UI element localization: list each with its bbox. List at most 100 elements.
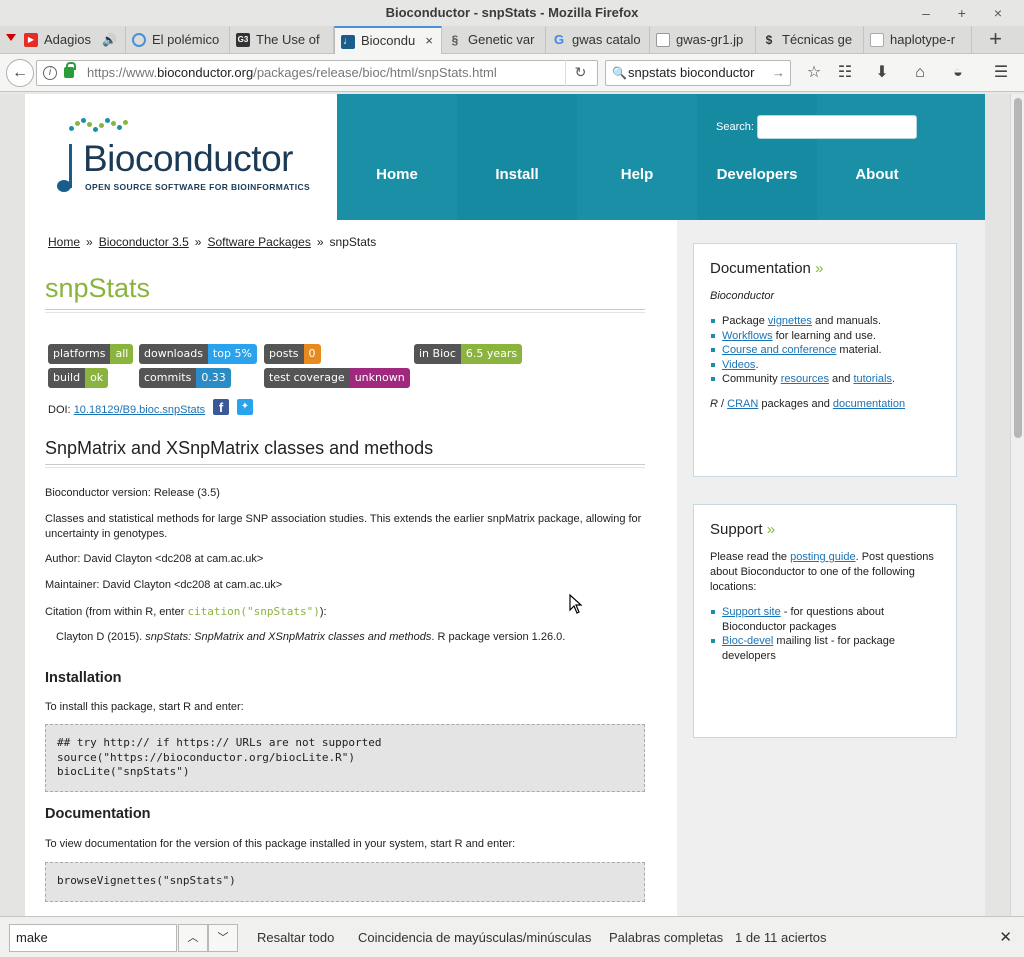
videos-link[interactable]: Videos bbox=[722, 359, 755, 371]
page-icon bbox=[870, 33, 884, 47]
window-titlebar: Bioconductor - snpStats - Mozilla Firefo… bbox=[0, 0, 1024, 26]
info-icon[interactable]: i bbox=[43, 66, 57, 80]
search-bar[interactable]: 🔍 snpstats bioconductor → bbox=[605, 60, 791, 86]
breadcrumb-software-packages[interactable]: Software Packages bbox=[207, 235, 310, 249]
tab-gwas-catalog[interactable]: G gwas catalo bbox=[546, 26, 650, 54]
new-tab-icon[interactable]: + bbox=[989, 26, 1002, 52]
nav-help[interactable]: Help bbox=[577, 94, 697, 220]
badge-in-bioc[interactable]: in Bioc 6.5 years bbox=[414, 344, 523, 364]
nav-developers[interactable]: Developers bbox=[697, 94, 817, 220]
tab-gwas-gr1[interactable]: gwas-gr1.jp bbox=[650, 26, 756, 54]
tab-the-use-of[interactable]: G3 The Use of bbox=[230, 26, 334, 54]
citation-instruction: Citation (from within R, enter citation(… bbox=[45, 605, 327, 618]
package-subtitle: SnpMatrix and XSnpMatrix classes and met… bbox=[45, 438, 434, 458]
badge-platforms[interactable]: platforms all bbox=[48, 344, 134, 364]
tab-haplotype[interactable]: haplotype-r bbox=[864, 26, 972, 54]
list-item: Course and conference material. bbox=[710, 343, 940, 358]
workflows-link[interactable]: Workflows bbox=[722, 330, 773, 342]
site-search-input[interactable] bbox=[757, 115, 917, 139]
badge-commits[interactable]: commits 0.33 bbox=[139, 368, 231, 388]
package-author: Author: David Clayton <dc208 at cam.ac.u… bbox=[45, 553, 264, 565]
nav-help-link[interactable]: Help bbox=[577, 166, 697, 183]
music-note-icon bbox=[57, 144, 72, 192]
doi-link[interactable]: 10.18129/B9.bioc.snpStats bbox=[74, 404, 205, 416]
tab-label: El polémico bbox=[152, 32, 220, 47]
tab-adagios[interactable]: ▶ Adagios 🔊 bbox=[18, 26, 126, 54]
match-case-toggle[interactable]: Coincidencia de mayúsculas/minúsculas bbox=[358, 930, 591, 945]
badge-posts[interactable]: posts 0 bbox=[264, 344, 321, 364]
menu-icon[interactable]: ☰ bbox=[990, 62, 1012, 84]
site-search-label: Search: bbox=[716, 121, 754, 133]
dna-icon: § bbox=[451, 33, 459, 47]
documentation-list: Package vignettes and manuals. Workflows… bbox=[710, 314, 940, 387]
course-link[interactable]: Course and conference bbox=[722, 344, 836, 356]
posting-guide-link[interactable]: posting guide bbox=[790, 551, 855, 563]
badge-build[interactable]: build ok bbox=[48, 368, 109, 388]
tab-tecnicas[interactable]: $ Técnicas ge bbox=[756, 26, 864, 54]
sidebar: Documentation » Bioconductor Package vig… bbox=[677, 220, 985, 916]
logo-dots-icon bbox=[69, 116, 129, 136]
tab-label: haplotype-r bbox=[890, 32, 956, 47]
reload-icon[interactable]: ↻ bbox=[565, 60, 595, 86]
find-next-button[interactable]: ﹀ bbox=[208, 924, 238, 952]
reading-list-icon[interactable]: ☷ bbox=[834, 62, 856, 84]
download-icon[interactable]: ⬇ bbox=[871, 62, 893, 84]
nav-about-link[interactable]: About bbox=[817, 166, 937, 183]
home-icon[interactable]: ⌂ bbox=[909, 62, 931, 84]
documentation-code[interactable]: browseVignettes("snpStats") bbox=[45, 862, 645, 902]
badge-downloads[interactable]: downloads top 5% bbox=[139, 344, 257, 364]
nav-developers-link[interactable]: Developers bbox=[697, 166, 817, 183]
mouse-cursor-icon bbox=[569, 593, 583, 614]
breadcrumb: Home» Bioconductor 3.5» Software Packages»… bbox=[48, 235, 377, 249]
nav-home[interactable]: Home bbox=[337, 94, 457, 220]
close-find-bar-icon[interactable]: ✕ bbox=[999, 928, 1012, 946]
documentation-link[interactable]: documentation bbox=[833, 398, 905, 410]
tab-list-arrow-icon[interactable] bbox=[6, 34, 16, 41]
url-bar[interactable]: i https://www.bioconductor.org/packages/… bbox=[36, 60, 598, 86]
find-previous-button[interactable]: ︿ bbox=[178, 924, 208, 952]
resources-link[interactable]: resources bbox=[781, 373, 829, 385]
breadcrumb-home[interactable]: Home bbox=[48, 235, 80, 249]
site-logo[interactable]: Bioconductor OPEN SOURCE SOFTWARE FOR BI… bbox=[25, 94, 337, 220]
lock-icon[interactable] bbox=[64, 62, 76, 78]
installation-heading: Installation bbox=[45, 670, 122, 686]
nav-about[interactable]: About bbox=[817, 94, 937, 220]
audio-icon[interactable]: 🔊 bbox=[102, 26, 117, 54]
badge-test-coverage[interactable]: test coverage unknown bbox=[264, 368, 410, 388]
tutorials-link[interactable]: tutorials bbox=[853, 373, 892, 385]
tab-el-polemico[interactable]: El polémico bbox=[126, 26, 230, 54]
window-controls[interactable]: – + × bbox=[922, 0, 1014, 26]
vignettes-link[interactable]: vignettes bbox=[768, 315, 812, 327]
whole-words-toggle[interactable]: Palabras completas bbox=[609, 930, 723, 945]
support-site-link[interactable]: Support site bbox=[722, 606, 781, 618]
page-viewport: Bioconductor OPEN SOURCE SOFTWARE FOR BI… bbox=[0, 94, 1024, 916]
twitter-icon[interactable]: ✦ bbox=[237, 399, 253, 415]
support-intro: Please read the posting guide. Post ques… bbox=[710, 551, 934, 593]
highlight-all-toggle[interactable]: Resaltar todo bbox=[257, 930, 334, 945]
close-tab-icon[interactable]: × bbox=[425, 28, 433, 54]
bioc-devel-link[interactable]: Bioc-devel bbox=[722, 635, 773, 647]
breadcrumb-bioc-version[interactable]: Bioconductor 3.5 bbox=[99, 235, 189, 249]
package-maintainer: Maintainer: David Clayton <dc208 at cam.… bbox=[45, 579, 283, 591]
nav-install-link[interactable]: Install bbox=[457, 166, 577, 183]
youtube-icon: ▶ bbox=[24, 33, 38, 47]
page-scrollbar[interactable] bbox=[1010, 94, 1024, 916]
tab-label: Técnicas ge bbox=[782, 32, 853, 47]
tab-bioconductor[interactable]: ♩ Biocondu × bbox=[334, 26, 442, 54]
support-card: Support » Please read the posting guide.… bbox=[693, 504, 957, 738]
nav-install[interactable]: Install bbox=[457, 94, 577, 220]
find-result-count: 1 de 11 aciertos bbox=[735, 930, 827, 945]
cran-link[interactable]: CRAN bbox=[727, 398, 758, 410]
search-go-icon[interactable]: → bbox=[772, 61, 785, 85]
nav-home-link[interactable]: Home bbox=[337, 166, 457, 183]
web-page: Bioconductor OPEN SOURCE SOFTWARE FOR BI… bbox=[25, 94, 985, 916]
facebook-icon[interactable]: f bbox=[213, 399, 229, 415]
find-input[interactable]: make bbox=[9, 924, 177, 952]
installation-code[interactable]: ## try http:// if https:// URLs are not … bbox=[45, 724, 645, 792]
pocket-icon[interactable]: ◒ bbox=[947, 62, 969, 84]
scrollbar-thumb[interactable] bbox=[1014, 98, 1022, 438]
back-button[interactable]: ← bbox=[6, 59, 34, 87]
tab-label: Genetic var bbox=[468, 32, 535, 47]
tab-genetic-var[interactable]: § Genetic var bbox=[442, 26, 546, 54]
bookmark-star-icon[interactable]: ☆ bbox=[803, 62, 825, 84]
